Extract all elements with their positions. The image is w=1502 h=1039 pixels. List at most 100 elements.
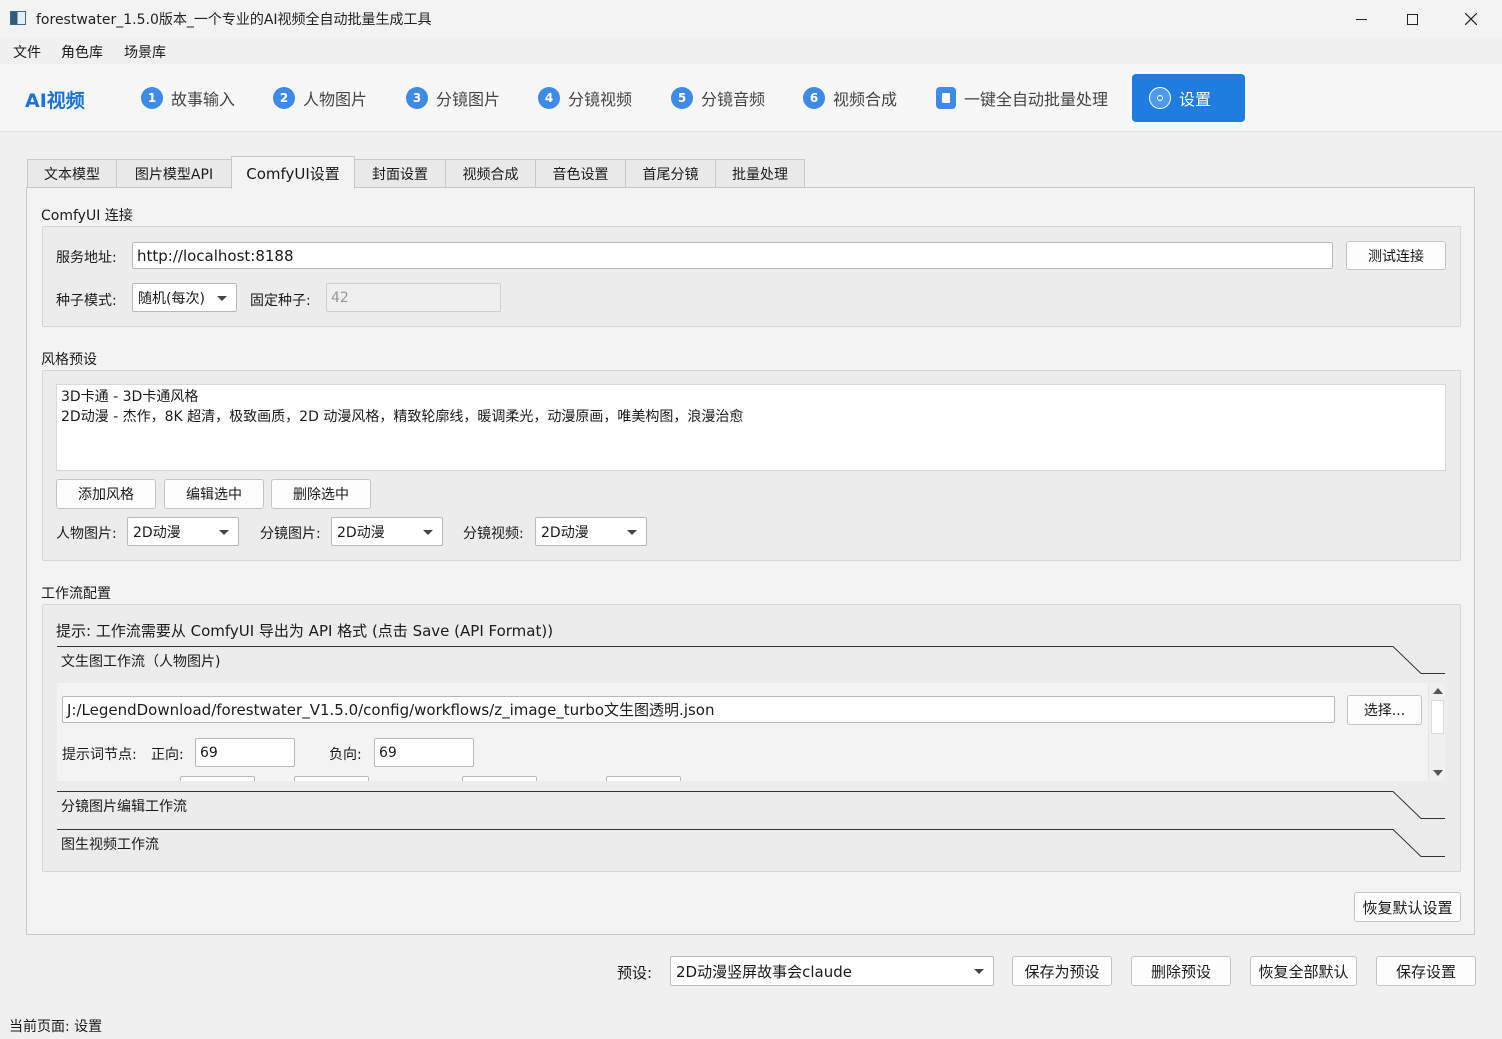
section-text-to-image-header[interactable]: 文生图工作流（人物图片) xyxy=(57,646,1445,674)
negative-label: 负向: xyxy=(329,747,362,763)
tab-text-model[interactable]: 文本模型 xyxy=(27,159,117,188)
scroll-down-icon[interactable] xyxy=(1433,770,1443,776)
scrollbar-thumb[interactable] xyxy=(1431,700,1444,734)
style-preset-list[interactable]: 3D卡通 - 3D卡通风格 2D动漫 - 杰作，8K 超清，极致画质，2D 动漫… xyxy=(56,384,1446,471)
character-style-select[interactable]: 2D动漫 xyxy=(127,517,239,546)
section-storyboard-edit-header[interactable]: 分镜图片编辑工作流 xyxy=(57,791,1445,819)
maximize-icon[interactable] xyxy=(1389,0,1435,38)
partial-input[interactable] xyxy=(462,776,537,781)
edit-selected-button[interactable]: 编辑选中 xyxy=(164,479,264,509)
tab-image-model-api[interactable]: 图片模型API xyxy=(116,159,232,188)
style-presets-title: 风格预设 xyxy=(41,352,97,368)
nav-step-storyboard-audio[interactable]: 5 分镜音频 xyxy=(671,86,765,110)
nav-step-label: 分镜音频 xyxy=(701,90,766,109)
preset-value: 2D动漫竖屏故事会claude xyxy=(676,962,852,981)
partial-input[interactable] xyxy=(294,776,369,781)
add-style-button[interactable]: 添加风格 xyxy=(56,479,156,509)
test-connection-button[interactable]: 测试连接 xyxy=(1346,241,1446,270)
nav-step-label: 分镜视频 xyxy=(568,90,633,109)
tab-comfyui-settings[interactable]: ComfyUI设置 xyxy=(231,156,355,189)
negative-node-input[interactable]: 69 xyxy=(374,738,474,767)
section-title: 分镜图片编辑工作流 xyxy=(61,799,187,815)
delete-preset-button[interactable]: 删除预设 xyxy=(1131,956,1231,986)
positive-label: 正向: xyxy=(151,747,184,763)
video-style-value: 2D动漫 xyxy=(541,524,589,541)
gear-icon xyxy=(1149,87,1171,109)
choose-file-button[interactable]: 选择... xyxy=(1347,695,1422,725)
step-number-badge: 2 xyxy=(273,87,295,109)
step-number-badge: 1 xyxy=(141,87,163,109)
dropdown-arrow-icon xyxy=(423,529,433,535)
dropdown-arrow-icon xyxy=(217,295,227,301)
section-image-to-video-header[interactable]: 图生视频工作流 xyxy=(57,829,1445,857)
partial-input[interactable] xyxy=(606,776,681,781)
dropdown-arrow-icon xyxy=(974,969,984,974)
workflow-hint: 提示: 工作流需要从 ComfyUI 导出为 API 格式 (点击 Save (… xyxy=(56,622,554,640)
nav-step-label: 故事输入 xyxy=(171,90,236,109)
tab-video-compose[interactable]: 视频合成 xyxy=(445,159,536,188)
positive-node-input[interactable]: 69 xyxy=(195,738,295,767)
save-as-preset-button[interactable]: 保存为预设 xyxy=(1012,956,1112,986)
step-number-badge: 3 xyxy=(406,87,428,109)
nav-step-storyboard-image[interactable]: 3 分镜图片 xyxy=(406,86,500,110)
menu-scene-library[interactable]: 场景库 xyxy=(124,42,166,62)
storyboard-style-value: 2D动漫 xyxy=(337,524,385,541)
section-text-to-image-body: J:/LegendDownload/forestwater_V1.5.0/con… xyxy=(57,683,1428,781)
scroll-up-icon[interactable] xyxy=(1433,688,1443,694)
storyboard-style-label: 分镜图片: xyxy=(260,526,321,542)
nav-step-label: 分镜图片 xyxy=(436,90,501,109)
list-item[interactable]: 2D动漫 - 杰作，8K 超清，极致画质，2D 动漫风格，精致轮廓线，暖调柔光，… xyxy=(61,407,1441,427)
nav-settings-button[interactable]: 设置 xyxy=(1132,74,1245,122)
section-scrollbar[interactable] xyxy=(1428,683,1445,781)
section-tab-outline xyxy=(57,791,1445,819)
menu-file[interactable]: 文件 xyxy=(13,42,41,62)
status-text: 当前页面: 设置 xyxy=(9,1019,103,1035)
partial-input[interactable] xyxy=(180,776,255,781)
prompt-node-label: 提示词节点: xyxy=(62,747,137,763)
list-item[interactable]: 3D卡通 - 3D卡通风格 xyxy=(61,387,1441,407)
restore-all-defaults-button[interactable]: 恢复全部默认 xyxy=(1250,956,1357,986)
section-tab-outline xyxy=(57,829,1445,857)
section-title: 图生视频工作流 xyxy=(61,837,159,853)
tab-batch-process[interactable]: 批量处理 xyxy=(715,159,805,188)
seed-mode-value: 随机(每次) xyxy=(138,290,205,307)
step-number-badge: 6 xyxy=(803,87,825,109)
tab-first-last-storyboard[interactable]: 首尾分镜 xyxy=(625,159,716,188)
nav-step-label: 视频合成 xyxy=(833,90,898,109)
app-icon xyxy=(10,11,26,25)
server-address-label: 服务地址: xyxy=(56,250,117,266)
fixed-seed-input[interactable]: 42 xyxy=(326,283,501,312)
nav-step-storyboard-video[interactable]: 4 分镜视频 xyxy=(538,86,632,110)
nav-step-video-compose[interactable]: 6 视频合成 xyxy=(803,86,897,110)
window-title: forestwater_1.5.0版本_一个专业的AI视频全自动批量生成工具 xyxy=(36,12,432,28)
seed-mode-select[interactable]: 随机(每次) xyxy=(132,283,237,312)
nav-step-character-image[interactable]: 2 人物图片 xyxy=(273,86,367,110)
server-address-input[interactable]: http://localhost:8188 xyxy=(132,242,1333,269)
dropdown-arrow-icon xyxy=(627,529,637,535)
video-style-label: 分镜视频: xyxy=(463,526,524,542)
save-settings-button[interactable]: 保存设置 xyxy=(1376,956,1476,986)
preset-select[interactable]: 2D动漫竖屏故事会claude xyxy=(670,956,994,986)
nav-step-label: 人物图片 xyxy=(303,90,368,109)
tab-voice-settings[interactable]: 音色设置 xyxy=(535,159,626,188)
video-style-select[interactable]: 2D动漫 xyxy=(535,517,647,546)
nav-batch-process[interactable]: 一键全自动批量处理 xyxy=(936,86,1108,110)
delete-selected-button[interactable]: 删除选中 xyxy=(271,479,371,509)
tab-cover-settings[interactable]: 封面设置 xyxy=(354,159,446,188)
comfy-connection-title: ComfyUI 连接 xyxy=(41,208,133,224)
storyboard-style-select[interactable]: 2D动漫 xyxy=(331,517,443,546)
nav-step-label: 一键全自动批量处理 xyxy=(964,90,1109,109)
nav-step-story-input[interactable]: 1 故事输入 xyxy=(141,86,235,110)
brand-title: AI视频 xyxy=(25,90,85,112)
seed-mode-label: 种子模式: xyxy=(56,293,117,309)
section-tab-outline xyxy=(57,646,1445,674)
character-style-label: 人物图片: xyxy=(56,526,117,542)
character-style-value: 2D动漫 xyxy=(133,524,181,541)
workflow-path-input[interactable]: J:/LegendDownload/forestwater_V1.5.0/con… xyxy=(62,696,1335,723)
close-icon[interactable] xyxy=(1446,0,1496,38)
restore-defaults-button[interactable]: 恢复默认设置 xyxy=(1354,892,1461,922)
minimize-icon[interactable] xyxy=(1338,0,1384,38)
step-number-badge: 5 xyxy=(671,87,693,109)
preset-label: 预设: xyxy=(617,964,653,982)
menu-character-library[interactable]: 角色库 xyxy=(61,42,103,62)
